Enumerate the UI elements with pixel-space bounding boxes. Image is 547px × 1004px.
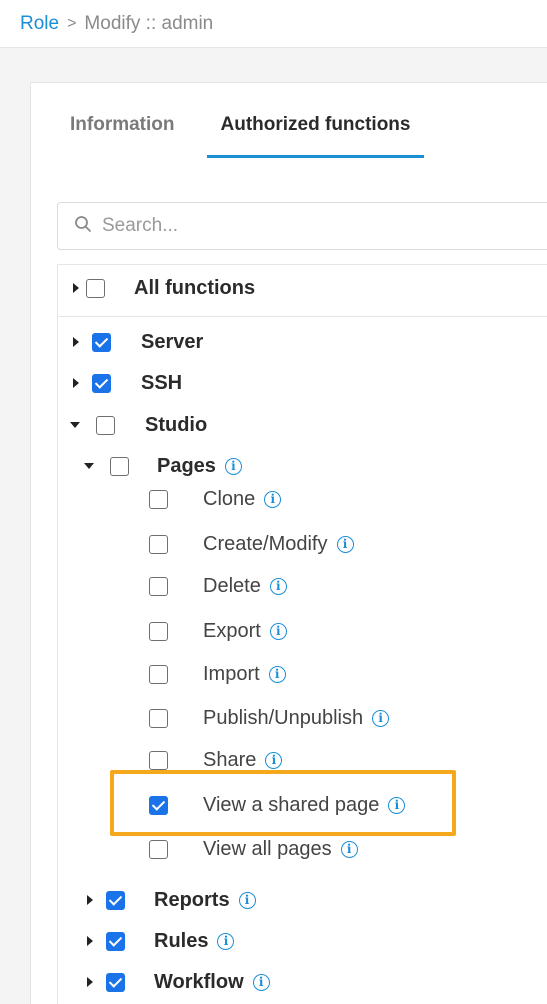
search-input[interactable] [102, 215, 482, 237]
info-icon[interactable]: i [372, 709, 390, 727]
tree-item-all-functions: All functions [70, 273, 255, 303]
checkbox-server[interactable] [92, 332, 111, 352]
tab-information[interactable]: Information [60, 106, 185, 158]
info-icon[interactable]: i [269, 622, 287, 640]
expand-arrow-icon[interactable] [70, 336, 82, 348]
checkbox-share[interactable] [149, 750, 168, 770]
tree-item-export: Export i [149, 616, 287, 646]
expand-arrow-icon[interactable] [84, 894, 96, 906]
label-create-modify: Create/Modify [203, 532, 328, 555]
breadcrumb-current: Modify :: admin [84, 12, 214, 34]
expand-arrow-icon[interactable] [84, 935, 96, 947]
checkbox-export[interactable] [149, 621, 168, 641]
label-server: Server [141, 330, 204, 353]
search-icon [74, 215, 92, 238]
info-icon[interactable]: i [265, 751, 283, 769]
info-icon[interactable]: i [252, 973, 270, 991]
expand-arrow-icon[interactable] [84, 976, 96, 988]
tab-bar: Information Authorized functions [60, 106, 425, 158]
checkbox-ssh[interactable] [92, 373, 111, 393]
info-icon[interactable]: i [217, 932, 235, 950]
collapse-arrow-icon[interactable] [84, 460, 96, 472]
label-delete: Delete [203, 574, 261, 597]
checkbox-studio[interactable] [96, 415, 115, 435]
breadcrumb-role-link[interactable]: Role [20, 13, 59, 35]
collapse-arrow-icon[interactable] [70, 419, 82, 431]
tree-item-studio: Studio [70, 410, 207, 440]
tree-item-publish-unpublish: Publish/Unpublish i [149, 703, 390, 733]
expand-arrow-icon[interactable] [70, 377, 82, 389]
info-icon[interactable]: i [238, 891, 256, 909]
tree-item-import: Import i [149, 659, 286, 689]
checkbox-clone[interactable] [149, 489, 168, 509]
tree-item-reports: Reports i [84, 885, 256, 915]
checkbox-publish-unpublish[interactable] [149, 708, 168, 728]
label-pages: Pages [157, 454, 216, 477]
label-clone: Clone [203, 487, 256, 510]
tree-item-view-shared-page: View a shared page i [149, 790, 406, 820]
label-reports: Reports [154, 888, 230, 911]
label-publish-unpublish: Publish/Unpublish [203, 706, 364, 729]
search-box[interactable] [57, 202, 547, 250]
checkbox-all-functions[interactable] [86, 278, 105, 298]
checkbox-import[interactable] [149, 664, 168, 684]
label-export: Export [203, 619, 261, 642]
tree-item-share: Share i [149, 745, 283, 775]
label-all-functions: All functions [134, 276, 256, 299]
tree-item-view-all-pages: View all pages i [149, 834, 358, 864]
breadcrumb: Role > Modify :: admin [0, 0, 547, 48]
info-icon[interactable]: i [336, 535, 354, 553]
expand-arrow-icon[interactable] [70, 282, 82, 294]
info-icon[interactable]: i [264, 490, 282, 508]
info-icon[interactable]: i [268, 665, 286, 683]
label-rules: Rules [154, 929, 209, 952]
tree-item-pages: Pages i [84, 451, 242, 481]
breadcrumb-separator: > [67, 14, 77, 32]
tree-item-delete: Delete i [149, 571, 287, 601]
label-import: Import [203, 662, 260, 685]
info-icon[interactable]: i [269, 577, 287, 595]
checkbox-delete[interactable] [149, 576, 168, 596]
checkbox-pages[interactable] [110, 456, 129, 476]
label-studio: Studio [145, 413, 208, 436]
tree-item-workflow: Workflow i [84, 967, 270, 997]
checkbox-reports[interactable] [106, 890, 125, 910]
label-ssh: SSH [141, 371, 183, 394]
checkbox-create-modify[interactable] [149, 534, 168, 554]
info-icon[interactable]: i [388, 796, 406, 814]
tab-authorized-functions[interactable]: Authorized functions [206, 106, 425, 158]
tree-item-server: Server [70, 327, 203, 357]
label-workflow: Workflow [154, 970, 244, 993]
info-icon[interactable]: i [224, 457, 242, 475]
tree-item-rules: Rules i [84, 926, 235, 956]
checkbox-rules[interactable] [106, 931, 125, 951]
label-share: Share [203, 748, 257, 771]
checkbox-workflow[interactable] [106, 972, 125, 992]
label-view-all-pages: View all pages [203, 837, 332, 860]
checkbox-view-all-pages[interactable] [149, 839, 168, 859]
info-icon[interactable]: i [340, 840, 358, 858]
tree-item-clone: Clone i [149, 484, 282, 514]
tree-item-create-modify: Create/Modify i [149, 529, 354, 559]
label-view-shared-page: View a shared page [203, 793, 380, 816]
checkbox-view-shared-page[interactable] [149, 795, 168, 815]
tree-item-ssh: SSH [70, 368, 182, 398]
